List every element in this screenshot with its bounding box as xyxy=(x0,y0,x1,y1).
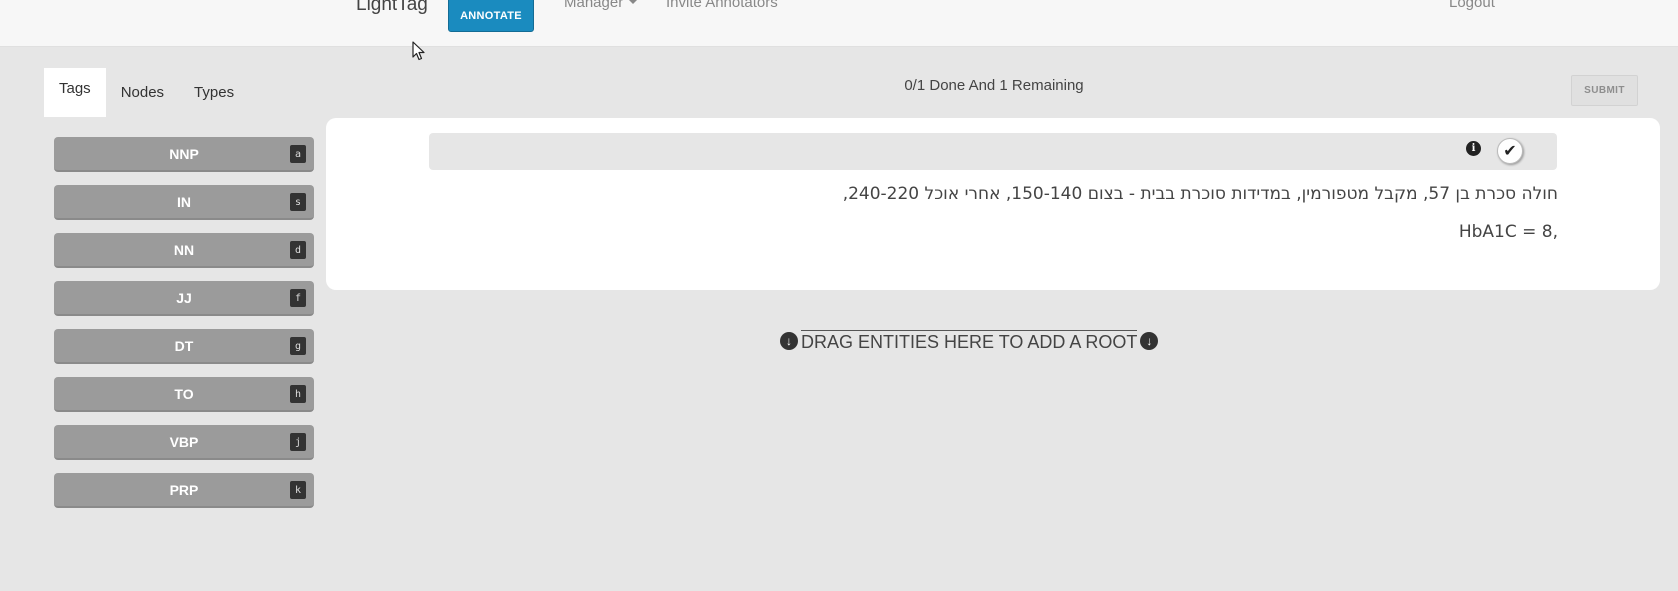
tag-label: NN xyxy=(173,241,195,258)
tag-button-in[interactable]: IN s xyxy=(54,185,314,220)
shortcut-key: a xyxy=(290,145,306,163)
annotation-panel: i ✔ חולה סכרת בן 57, מקבל מטפורמין, במדי… xyxy=(326,118,1660,290)
tag-list: NNP a IN s NN d JJ f DT g TO h VBP j PRP k xyxy=(54,137,314,521)
mouse-cursor-icon xyxy=(412,41,425,61)
caret-down-icon xyxy=(629,0,638,4)
drop-zone-label: DRAG ENTITIES HERE TO ADD A ROOT xyxy=(801,330,1138,352)
example-toolbar: i ✔ xyxy=(429,133,1557,170)
arrow-down-circle-icon: ↓ xyxy=(1140,332,1159,350)
annotate-button[interactable]: ANNOTATE xyxy=(448,0,534,32)
tag-button-to[interactable]: TO h xyxy=(54,377,314,412)
tag-label: DT xyxy=(174,337,194,354)
tag-button-vbp[interactable]: VBP j xyxy=(54,425,314,460)
top-navbar: LightTag ANNOTATE Manager Invite Annotat… xyxy=(0,0,1678,47)
arrow-down-circle-icon: ↓ xyxy=(780,332,798,350)
root-drop-zone[interactable]: ↓ DRAG ENTITIES HERE TO ADD A ROOT ↓ xyxy=(780,329,1159,353)
progress-status: 0/1 Done And 1 Remaining xyxy=(904,77,1084,94)
shortcut-key: g xyxy=(290,337,306,355)
submit-button[interactable]: SUBMIT xyxy=(1571,75,1638,106)
manager-label: Manager xyxy=(564,0,624,11)
shortcut-key: h xyxy=(290,385,306,403)
tab-tags[interactable]: Tags xyxy=(44,68,106,117)
tag-label: IN xyxy=(177,193,191,210)
tag-label: NNP xyxy=(169,145,199,162)
shortcut-key: j xyxy=(290,433,306,451)
sidebar-tabs: Tags Nodes Types xyxy=(44,68,249,117)
tag-label: JJ xyxy=(176,289,192,306)
info-icon[interactable]: i xyxy=(1466,141,1481,156)
brand-logo[interactable]: LightTag xyxy=(356,0,428,16)
shortcut-key: d xyxy=(290,241,306,259)
tag-button-dt[interactable]: DT g xyxy=(54,329,314,364)
shortcut-key: f xyxy=(290,289,306,307)
tag-button-prp[interactable]: PRP k xyxy=(54,473,314,508)
manager-dropdown[interactable]: Manager xyxy=(564,0,638,11)
logout-link[interactable]: Logout xyxy=(1449,0,1495,11)
document-text-line[interactable]: חולה סכרת בן 57, מקבל מטפורמין, במדידות … xyxy=(843,184,1558,204)
tag-label: VBP xyxy=(169,433,199,450)
tab-types[interactable]: Types xyxy=(179,68,249,117)
tag-button-nn[interactable]: NN d xyxy=(54,233,314,268)
tag-button-jj[interactable]: JJ f xyxy=(54,281,314,316)
shortcut-key: k xyxy=(290,481,306,499)
tag-label: TO xyxy=(174,385,194,402)
shortcut-key: s xyxy=(290,193,306,211)
tag-button-nnp[interactable]: NNP a xyxy=(54,137,314,172)
invite-annotators-link[interactable]: Invite Annotators xyxy=(666,0,778,11)
check-icon[interactable]: ✔ xyxy=(1497,138,1523,164)
document-text-line[interactable]: HbA1C = 8, xyxy=(1459,222,1558,242)
tab-nodes[interactable]: Nodes xyxy=(106,68,179,117)
tag-label: PRP xyxy=(169,481,199,498)
